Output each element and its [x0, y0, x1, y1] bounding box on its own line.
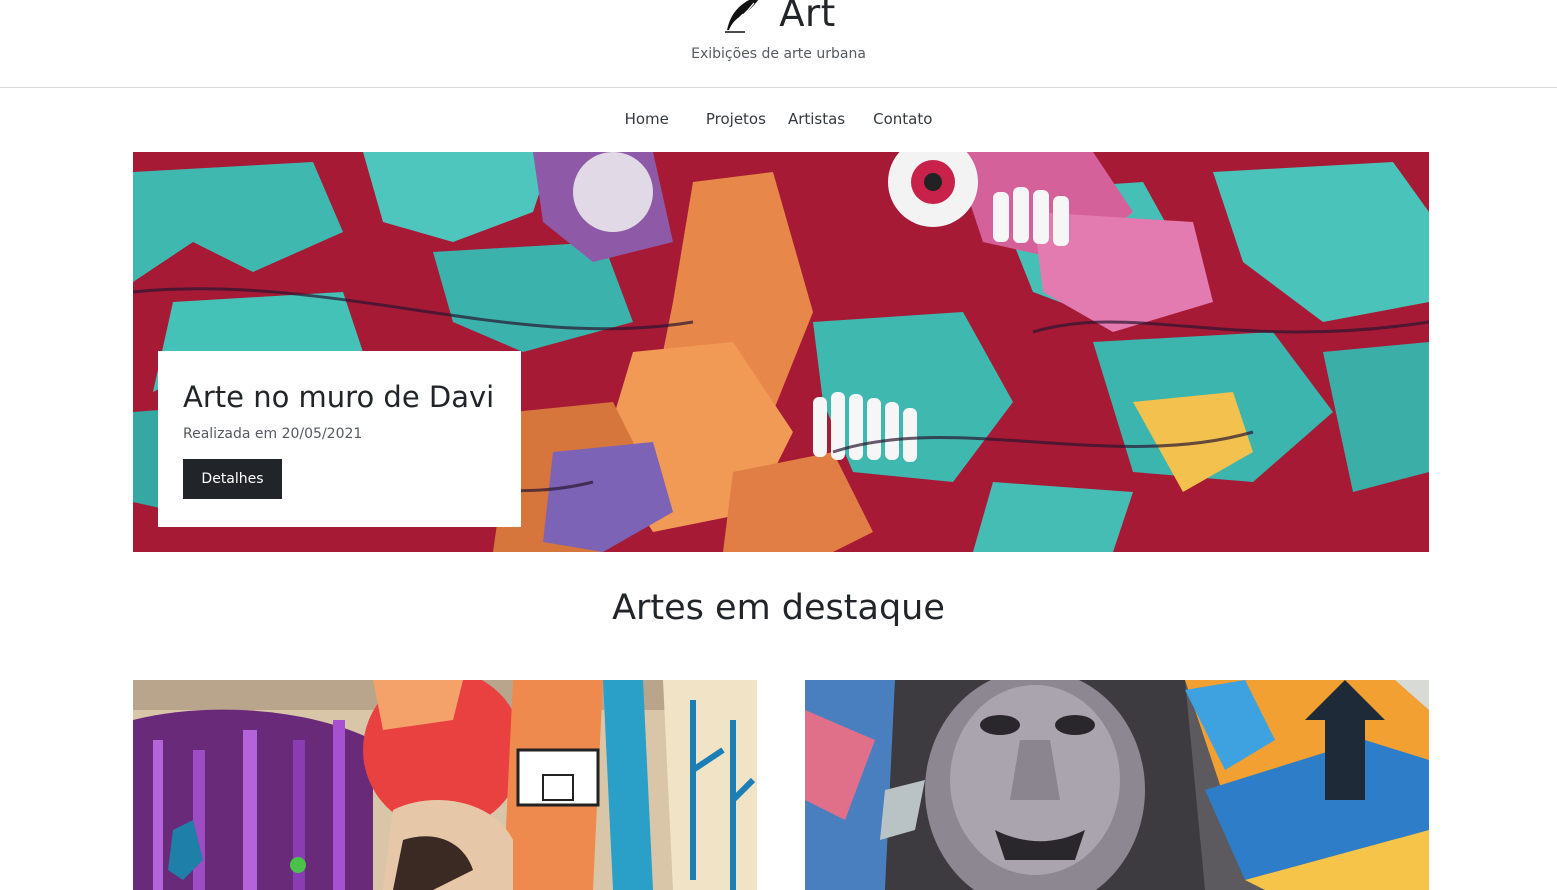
- nav-contato[interactable]: Contato: [873, 108, 932, 130]
- site-tagline: Exibições de arte urbana: [691, 46, 866, 62]
- featured-card-image: [805, 680, 1429, 890]
- site-header: Art Exibições de arte urbana: [0, 0, 1557, 88]
- hero-card: Arte no muro de Davi Realizada em 20/05/…: [158, 351, 521, 527]
- nav-home[interactable]: Home: [625, 108, 669, 130]
- nav-projetos[interactable]: Projetos: [706, 108, 766, 130]
- feather-quill-icon: [725, 0, 759, 33]
- site-title: Art: [779, 0, 836, 35]
- featured-card-image: [133, 680, 757, 890]
- nav-artistas[interactable]: Artistas: [788, 108, 845, 130]
- details-button[interactable]: Detalhes: [183, 459, 282, 499]
- hero-title: Arte no muro de Davi: [183, 380, 495, 414]
- featured-card[interactable]: [133, 680, 757, 890]
- hero-banner: Arte no muro de Davi Realizada em 20/05/…: [133, 152, 1429, 552]
- featured-section-title: Artes em destaque: [612, 588, 945, 628]
- main-nav: Home Projetos Artistas Contato: [0, 108, 1557, 130]
- featured-card[interactable]: [805, 680, 1429, 890]
- brand[interactable]: Art: [0, 0, 1557, 40]
- hero-date: Realizada em 20/05/2021: [183, 426, 363, 442]
